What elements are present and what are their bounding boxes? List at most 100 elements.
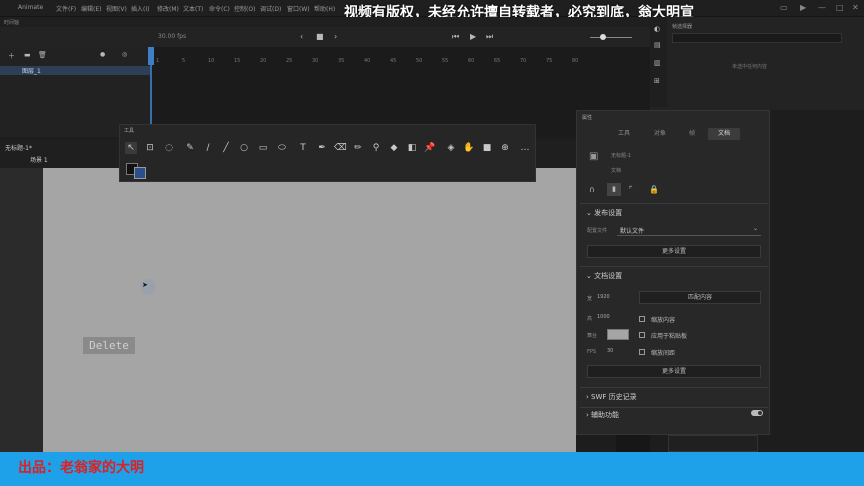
lock-icon[interactable]: 🔒 <box>649 185 659 194</box>
fps-label: FPS <box>587 349 597 355</box>
pin-tool-icon[interactable]: 📌 <box>424 142 436 154</box>
scale-content-label: 缩放内容 <box>651 317 676 324</box>
tab-document[interactable]: 文档 <box>708 128 740 140</box>
frame-number: 75 <box>546 58 553 64</box>
stage-color-swatch[interactable] <box>607 329 629 340</box>
hand-tool-icon[interactable]: ✋ <box>463 142 475 154</box>
polystar-tool-icon[interactable]: ⬭ <box>276 142 288 154</box>
ruler-icon[interactable]: ▮ <box>607 183 621 196</box>
prev-frame-icon[interactable]: ‹ <box>300 32 303 41</box>
workspace-icon[interactable]: ▭ <box>780 3 788 12</box>
layer-name[interactable]: 图层_1 <box>22 66 41 75</box>
menu-help[interactable]: 帮助(H) <box>314 4 335 13</box>
text-tool-icon[interactable]: T <box>297 142 309 154</box>
publish-more-settings-button[interactable]: 更多设置 <box>587 245 761 258</box>
doc-more-settings-button[interactable]: 更多设置 <box>587 365 761 378</box>
scale-spacing-checkbox[interactable] <box>639 349 645 355</box>
folder-icon[interactable]: ▬ <box>24 51 31 59</box>
eraser-tool-icon[interactable]: ⌫ <box>334 142 347 154</box>
oval-tool-icon[interactable]: ○ <box>238 142 250 154</box>
zoom-slider[interactable] <box>590 37 632 38</box>
scene-name[interactable]: 场景 1 <box>30 155 48 164</box>
menu-edit[interactable]: 编辑(E) <box>81 4 101 13</box>
profile-select[interactable]: 默认文件 ⌄ <box>617 223 761 236</box>
menu-file[interactable]: 文件(F) <box>56 4 76 13</box>
match-content-button[interactable]: 匹配内容 <box>639 291 761 304</box>
lasso-tool-icon[interactable]: ◌ <box>163 142 175 154</box>
align-icon[interactable]: ▥ <box>654 59 661 67</box>
stop-icon[interactable]: ■ <box>316 32 324 41</box>
frame-number: 45 <box>390 58 397 64</box>
menu-text[interactable]: 文本(T) <box>183 4 203 13</box>
play-preview-icon[interactable]: ▶ <box>800 3 806 12</box>
publish-section-title[interactable]: ⌄ 发布设置 <box>586 208 622 218</box>
zoom-slider-handle[interactable] <box>600 34 606 40</box>
transform-icon[interactable]: ⊞ <box>654 77 660 85</box>
asset-warp-icon[interactable]: ◈ <box>445 142 457 154</box>
frame-number: 5 <box>182 58 186 64</box>
timeline-header: 时间轴 <box>0 17 650 27</box>
tab-tool[interactable]: 工具 <box>607 128 641 140</box>
forward-icon[interactable]: ⏭ <box>486 32 493 42</box>
camera-tool-icon[interactable]: ■ <box>481 142 493 154</box>
subselection-tool-icon[interactable]: ⊡ <box>144 142 156 154</box>
height-label: 高 <box>587 316 593 322</box>
frame-picker-search[interactable] <box>672 33 842 43</box>
accessibility-toggle[interactable] <box>751 410 763 416</box>
show-all-icon[interactable]: ● <box>100 51 105 58</box>
menu-modify[interactable]: 修改(M) <box>157 4 179 13</box>
fps-readout[interactable]: 30.00 fps <box>158 33 186 40</box>
more-tools-icon[interactable]: … <box>519 142 531 154</box>
color-panel-icon[interactable]: ◐ <box>654 25 660 33</box>
height-value[interactable]: 1000 <box>597 314 610 320</box>
apply-pasteboard-checkbox[interactable] <box>639 332 645 338</box>
new-layer-icon[interactable]: ＋ <box>8 51 15 61</box>
stage[interactable] <box>43 168 576 452</box>
playhead-handle[interactable] <box>148 47 154 65</box>
tab-frame[interactable]: 帧 <box>677 128 707 140</box>
accessibility-section[interactable]: › 辅助功能 <box>586 410 619 420</box>
pen-tool-icon[interactable]: ✒ <box>316 142 328 154</box>
snap-icon[interactable]: ∩ <box>589 185 595 194</box>
close-icon[interactable]: ✕ <box>852 3 859 12</box>
minimize-icon[interactable]: — <box>818 3 826 12</box>
delete-layer-icon[interactable]: 🗑 <box>38 51 47 59</box>
width-value[interactable]: 1920 <box>597 294 610 300</box>
eyedropper-tool-icon[interactable]: ⚲ <box>370 142 382 154</box>
swf-history-section[interactable]: › SWF 历史记录 <box>586 392 637 402</box>
brush-tool-icon[interactable]: ✎ <box>184 142 196 154</box>
menu-window[interactable]: 窗口(W) <box>287 4 310 13</box>
menu-insert[interactable]: 插入(I) <box>131 4 149 13</box>
guides-icon[interactable]: ⌜ <box>629 185 633 194</box>
rewind-icon[interactable]: ⏮ <box>452 32 459 42</box>
doc-settings-section-title[interactable]: ⌄ 文档设置 <box>586 271 622 281</box>
frame-number: 1 <box>156 58 160 64</box>
menu-debug[interactable]: 调试(D) <box>260 4 281 13</box>
menu-commands[interactable]: 命令(C) <box>209 4 230 13</box>
maximize-icon[interactable]: □ <box>836 3 844 12</box>
line-tool-icon[interactable]: ╱ <box>220 142 232 154</box>
zoom-tool-icon[interactable]: ⊕ <box>499 142 511 154</box>
lock-all-icon[interactable]: ◎ <box>122 51 127 58</box>
rectangle-tool-icon[interactable]: ▭ <box>257 142 269 154</box>
pencil-tool-icon[interactable]: ✏ <box>352 142 364 154</box>
library-icon[interactable]: ▤ <box>654 41 661 49</box>
menu-control[interactable]: 控制(O) <box>234 4 255 13</box>
properties-title: 属性 <box>582 115 593 121</box>
scale-content-checkbox[interactable] <box>639 316 645 322</box>
paint-bucket-icon[interactable]: ◆ <box>388 142 400 154</box>
paint-brush-icon[interactable]: ∕ <box>202 142 214 154</box>
fill-color-swatch[interactable] <box>134 167 146 179</box>
document-icon: ▣ <box>589 151 599 162</box>
play-icon[interactable]: ▶ <box>470 32 476 41</box>
lower-panel-field <box>668 435 758 452</box>
ink-bottle-icon[interactable]: ◧ <box>406 142 418 154</box>
fps-value[interactable]: 30 <box>607 348 613 354</box>
menu-view[interactable]: 视图(V) <box>106 4 127 13</box>
tab-object[interactable]: 对象 <box>643 128 677 140</box>
frame-number: 25 <box>286 58 293 64</box>
selection-tool-icon[interactable]: ↖ <box>125 142 137 154</box>
frame-number: 35 <box>338 58 345 64</box>
next-frame-icon[interactable]: › <box>334 32 337 41</box>
document-tab[interactable]: 无标题-1* <box>5 143 32 152</box>
